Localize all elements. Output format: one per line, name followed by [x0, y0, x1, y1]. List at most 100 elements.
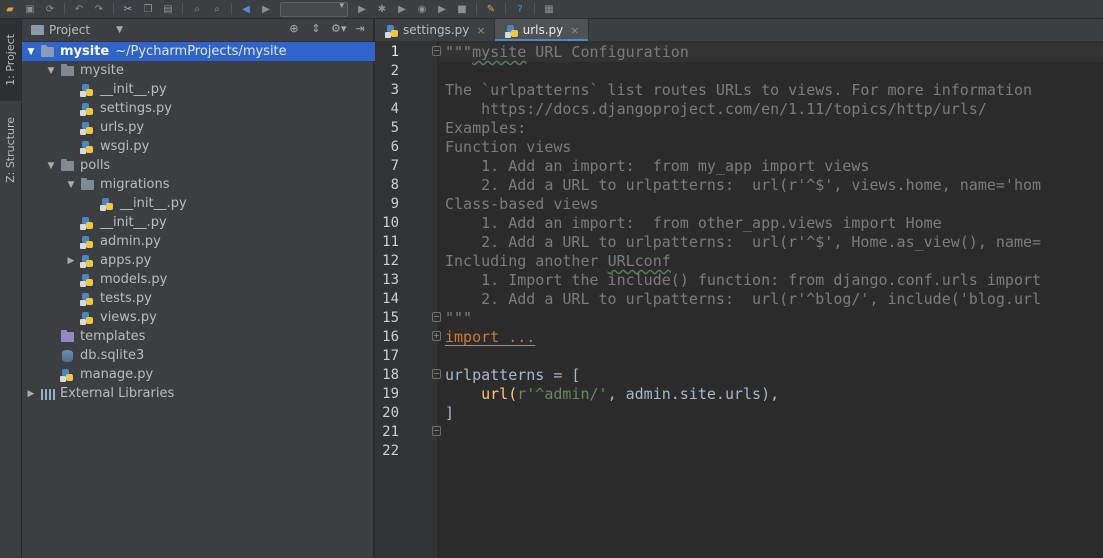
- fold-toggle-icon[interactable]: −: [432, 426, 441, 436]
- cut-icon[interactable]: ✂: [121, 3, 135, 15]
- line-number[interactable]: 12: [375, 253, 399, 269]
- scroll-from-source-icon[interactable]: ⊕: [287, 22, 301, 35]
- tree-item-label: apps.py: [100, 253, 152, 268]
- fold-toggle-icon[interactable]: −: [432, 369, 441, 379]
- tree-item[interactable]: ▼ polls: [22, 156, 397, 175]
- tree-item[interactable]: settings.py: [22, 99, 417, 118]
- stop-icon[interactable]: ■: [455, 3, 469, 15]
- chevron-down-icon[interactable]: ▼: [26, 47, 36, 57]
- line-number[interactable]: 11: [375, 234, 399, 250]
- folded-imports[interactable]: import ...: [445, 328, 535, 346]
- tree-item[interactable]: ▶ External Libraries: [22, 384, 377, 403]
- open-icon[interactable]: ▰: [3, 3, 17, 15]
- tree-item[interactable]: manage.py: [22, 365, 397, 384]
- tree-item-label: mysite: [60, 44, 110, 59]
- chevron-down-icon[interactable]: ▼: [46, 66, 56, 76]
- line-number[interactable]: 18: [375, 367, 399, 383]
- stripe-tab-structure[interactable]: Z: Structure: [0, 105, 21, 195]
- coverage-icon[interactable]: ▶: [395, 3, 409, 15]
- redo-icon[interactable]: ↷: [92, 3, 106, 15]
- line-number[interactable]: 5: [375, 120, 399, 136]
- settings-icon[interactable]: ✎: [484, 3, 498, 15]
- stripe-tab-structure-label: Z: Structure: [4, 117, 17, 183]
- tree-item[interactable]: wsgi.py: [22, 137, 417, 156]
- code-line-11: 2. Add a URL to urlpatterns: url(r'^$', …: [445, 233, 1042, 251]
- chevron-right-icon[interactable]: ▶: [66, 256, 76, 266]
- chevron-down-icon[interactable]: ▼: [116, 25, 123, 35]
- line-number[interactable]: 13: [375, 272, 399, 288]
- save-icon[interactable]: ▣: [23, 3, 37, 15]
- profile-icon[interactable]: ◉: [415, 3, 429, 15]
- undo-icon[interactable]: ↶: [72, 3, 86, 15]
- python-file-icon: [80, 273, 96, 287]
- tree-item[interactable]: db.sqlite3: [22, 346, 397, 365]
- tool-window-stripe: 1: Project Z: Structure: [0, 19, 22, 558]
- tab-settings-py[interactable]: settings.py ×: [375, 19, 495, 41]
- line-number[interactable]: 17: [375, 348, 399, 364]
- fold-expand-icon[interactable]: +: [432, 331, 441, 341]
- code-area[interactable]: 1 2 3 4 5 6 7 8 9 10 11 12 13 14 15 16 17 18 19 20 21 22 − − …: [375, 42, 1103, 558]
- tree-item[interactable]: admin.py: [22, 232, 417, 251]
- tree-item-label: models.py: [100, 272, 168, 287]
- line-number[interactable]: 4: [375, 101, 399, 117]
- tree-item[interactable]: ▼ migrations: [22, 175, 417, 194]
- line-number[interactable]: 9: [375, 196, 399, 212]
- library-icon: [40, 387, 56, 401]
- tree-item[interactable]: views.py: [22, 308, 417, 327]
- concurrency-icon[interactable]: ▶: [435, 3, 449, 15]
- line-number[interactable]: 7: [375, 158, 399, 174]
- find-icon[interactable]: ⌕: [190, 3, 204, 15]
- line-number[interactable]: 20: [375, 405, 399, 421]
- tree-item[interactable]: ▼ mysite: [22, 61, 397, 80]
- help-icon[interactable]: ?: [513, 3, 527, 15]
- collapse-all-icon[interactable]: ⇕: [309, 22, 323, 35]
- run-config-dropdown[interactable]: [280, 1, 348, 17]
- code-line-20: url(r'^admin/', admin.site.urls),: [445, 385, 779, 403]
- tree-item[interactable]: urls.py: [22, 118, 417, 137]
- line-number[interactable]: 2: [375, 63, 399, 79]
- hide-icon[interactable]: ⇥: [353, 22, 367, 35]
- copy-icon[interactable]: ❐: [141, 3, 155, 15]
- tree-item[interactable]: ▼ mysite ~/PycharmProjects/mysite: [22, 42, 377, 61]
- paste-icon[interactable]: ▤: [161, 3, 175, 15]
- line-number[interactable]: 8: [375, 177, 399, 193]
- stripe-tab-project[interactable]: 1: Project: [0, 19, 21, 101]
- line-number[interactable]: 22: [375, 443, 399, 459]
- line-number[interactable]: 21: [375, 424, 399, 440]
- vcs-icon[interactable]: ▦: [542, 3, 556, 15]
- chevron-right-icon[interactable]: ▶: [26, 389, 36, 399]
- tree-item[interactable]: tests.py: [22, 289, 417, 308]
- run-icon[interactable]: ▶: [355, 3, 369, 15]
- tree-item[interactable]: models.py: [22, 270, 417, 289]
- debug-icon[interactable]: ✱: [375, 3, 389, 15]
- project-view-selector[interactable]: Project: [49, 23, 90, 37]
- line-number[interactable]: 1: [375, 44, 399, 60]
- line-number[interactable]: 3: [375, 82, 399, 98]
- close-icon[interactable]: ×: [570, 24, 579, 37]
- tree-item-label: urls.py: [100, 120, 145, 135]
- line-number-gutter[interactable]: 1 2 3 4 5 6 7 8 9 10 11 12 13 14 15 16 17 18 19 20 21 22: [375, 42, 438, 558]
- tab-urls-py[interactable]: urls.py ×: [494, 19, 589, 41]
- line-number[interactable]: 10: [375, 215, 399, 231]
- fold-toggle-icon[interactable]: −: [432, 46, 441, 56]
- line-number[interactable]: 6: [375, 139, 399, 155]
- tree-item[interactable]: templates: [22, 327, 397, 346]
- gear-icon[interactable]: ⚙▾: [331, 22, 346, 35]
- code-line-3: The `urlpatterns` list routes URLs to vi…: [445, 81, 1032, 99]
- toolbar-separator: [64, 3, 65, 15]
- line-number[interactable]: 15: [375, 310, 399, 326]
- line-number[interactable]: 19: [375, 386, 399, 402]
- tree-item[interactable]: ▶ apps.py: [22, 251, 417, 270]
- line-number[interactable]: 14: [375, 291, 399, 307]
- forward-icon[interactable]: ▶: [259, 3, 273, 15]
- back-icon[interactable]: ◀: [239, 3, 253, 15]
- tree-item[interactable]: __init__.py: [22, 80, 417, 99]
- fold-toggle-icon[interactable]: −: [432, 312, 441, 322]
- replace-icon[interactable]: ⌕: [210, 3, 224, 15]
- close-icon[interactable]: ×: [476, 24, 485, 37]
- chevron-down-icon[interactable]: ▼: [46, 161, 56, 171]
- line-number[interactable]: 16: [375, 329, 399, 345]
- sync-icon[interactable]: ⟳: [43, 3, 57, 15]
- tree-item[interactable]: __init__.py: [22, 213, 417, 232]
- chevron-down-icon[interactable]: ▼: [66, 180, 76, 190]
